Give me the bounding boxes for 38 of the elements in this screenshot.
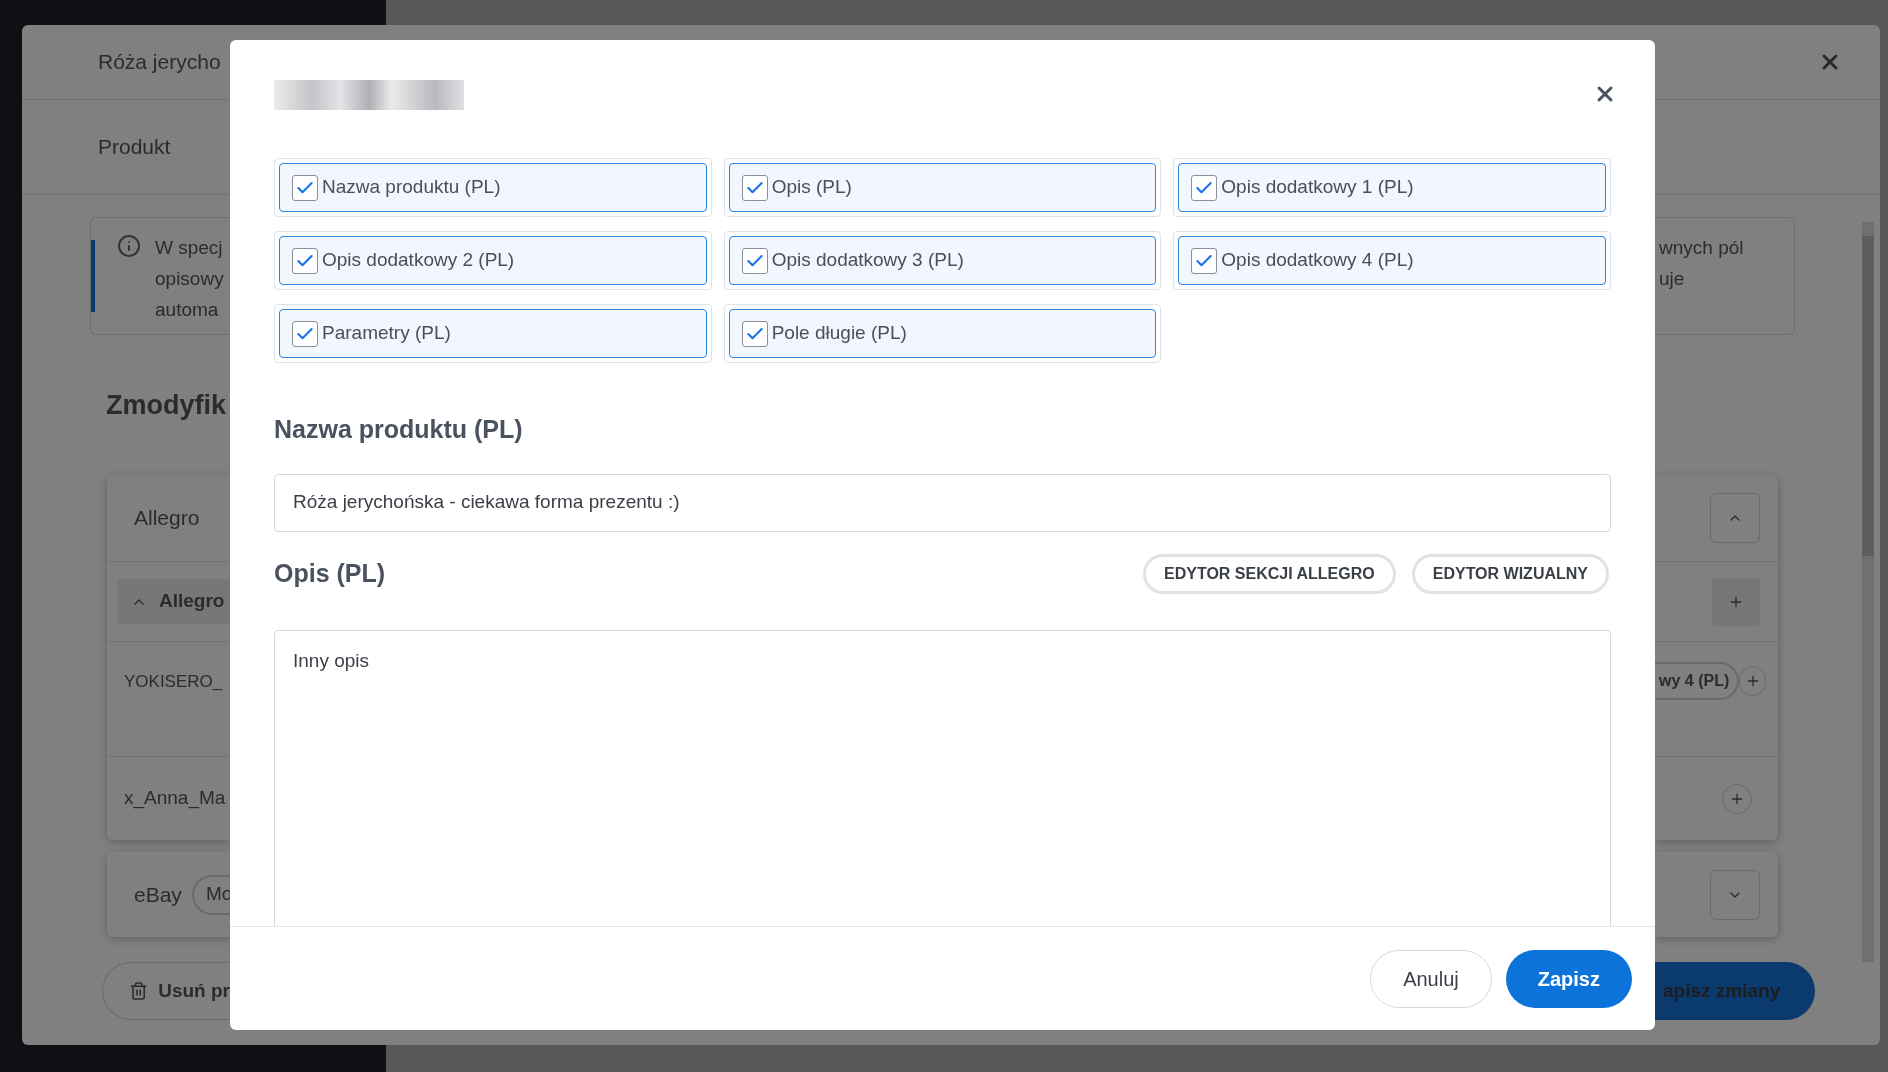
editor-button[interactable]: EDYTOR SEKCJI ALLEGRO xyxy=(1143,553,1396,594)
product-title: Róża jerycho xyxy=(98,49,221,76)
field-option[interactable]: Pole długie (PL) xyxy=(728,309,1157,358)
account-name: YOKISERO_ xyxy=(124,672,223,691)
marketplace-name: Allegro xyxy=(134,505,200,532)
field-option[interactable]: Nazwa produktu (PL) xyxy=(279,163,707,212)
checkbox[interactable] xyxy=(741,320,768,347)
editor-button[interactable]: EDYTOR WIZUALNY xyxy=(1411,553,1609,594)
checkbox[interactable] xyxy=(741,247,768,274)
section-heading: Opis (PL) xyxy=(274,557,386,589)
field-option[interactable]: Parametry (PL) xyxy=(279,309,707,358)
checkbox[interactable] xyxy=(741,174,768,201)
field-option[interactable]: Opis (PL) xyxy=(728,163,1157,212)
description-field[interactable]: Inny opis xyxy=(274,629,1611,926)
cancel-button[interactable]: Anuluj xyxy=(1370,949,1492,1008)
field-option[interactable]: Opis dodatkowy 1 (PL) xyxy=(1178,163,1606,212)
field-option[interactable]: Opis dodatkowy 2 (PL) xyxy=(279,236,707,285)
info-icon xyxy=(117,234,141,258)
info-text: automa xyxy=(155,298,220,322)
product-tab[interactable]: Produkt xyxy=(98,131,171,163)
info-text: uje xyxy=(1659,267,1686,291)
save-button[interactable]: Zapisz xyxy=(1505,949,1632,1008)
info-text: opisowy xyxy=(155,267,224,291)
checkbox[interactable] xyxy=(1191,174,1218,201)
info-text: wnych pól xyxy=(1659,236,1745,260)
trash-icon xyxy=(129,981,149,1001)
field-option[interactable]: Opis dodatkowy 3 (PL) xyxy=(728,236,1157,285)
checkbox[interactable] xyxy=(292,247,318,274)
product-name-field[interactable]: Róża jerychońska - ciekawa forma prezentu :) xyxy=(274,473,1611,532)
marketplace-name: eBay xyxy=(134,881,182,908)
section-heading: Nazwa produktu (PL) xyxy=(274,414,524,445)
account-name: x_Anna_Ma xyxy=(124,786,226,811)
field-option[interactable]: Opis dodatkowy 4 (PL) xyxy=(1178,236,1606,285)
section-heading: Zmodyfik xyxy=(106,388,226,422)
checkbox[interactable] xyxy=(292,174,318,201)
checkbox[interactable] xyxy=(1191,247,1218,274)
info-text: W specj xyxy=(155,236,224,260)
checkbox[interactable] xyxy=(292,320,318,347)
